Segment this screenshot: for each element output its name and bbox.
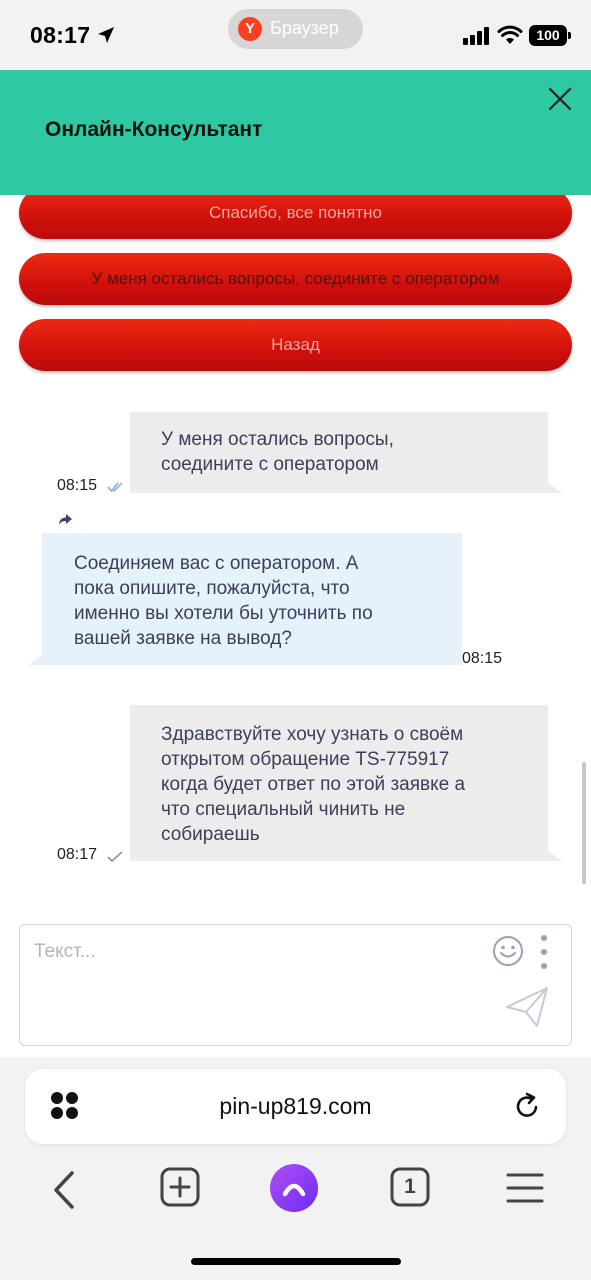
message-line: открытом обращение TS-775917 xyxy=(161,749,450,770)
message-line: Соединяем вас с оператором. А xyxy=(74,553,359,574)
outgoing-message: Здравствуйте хочу узнать о своём открыто… xyxy=(130,705,562,861)
back-to-app-pill[interactable]: Y Браузер xyxy=(228,9,363,49)
location-arrow-icon xyxy=(98,27,114,43)
message-line: соедините с оператором xyxy=(161,454,379,475)
status-time: 08:17 xyxy=(30,22,91,48)
message-time: 08:17 xyxy=(57,846,98,863)
reload-icon[interactable] xyxy=(511,1091,543,1123)
message-line: вашей заявке на вывод? xyxy=(74,628,292,649)
quick-reply-thanks-button[interactable]: Спасибо, все понятно xyxy=(19,195,572,239)
yandex-logo-icon: Y xyxy=(238,17,262,41)
tab-count: 1 xyxy=(404,1175,416,1198)
wifi-icon xyxy=(497,25,523,44)
message-line: пока опишите, пожалуйста, что xyxy=(74,578,350,599)
incoming-message: Соединяем вас с оператором. А пока опиши… xyxy=(28,533,462,665)
sent-check-icon xyxy=(107,851,123,863)
url-text[interactable]: pin-up819.com xyxy=(25,1093,566,1120)
browser-toolbar: pin-up819.com 1 xyxy=(0,1057,591,1280)
message-line: что специальный чинить не xyxy=(161,799,406,820)
url-bar[interactable]: pin-up819.com xyxy=(25,1069,566,1144)
battery-indicator: 100 xyxy=(529,25,571,46)
menu-icon[interactable] xyxy=(505,1171,545,1205)
quick-reply-operator-button[interactable]: У меня остались вопросы, соедините с опе… xyxy=(19,253,572,305)
emoji-icon[interactable] xyxy=(492,935,524,967)
tab-counter-icon[interactable]: 1 xyxy=(390,1167,430,1207)
message-line: собираешь xyxy=(161,824,260,845)
message-line: когда будет ответ по этой заявке а xyxy=(161,774,466,795)
new-tab-icon[interactable] xyxy=(160,1167,200,1207)
forward-icon xyxy=(59,514,72,525)
status-bar: 08:17 Y Браузер 100 xyxy=(0,0,591,70)
more-vertical-icon[interactable] xyxy=(539,935,549,969)
message-line: именно вы хотели бы уточнить по xyxy=(74,603,373,624)
back-icon[interactable] xyxy=(50,1165,78,1215)
message-input[interactable]: Текст... xyxy=(19,924,572,1046)
message-time: 08:15 xyxy=(57,477,98,494)
message-time: 08:15 xyxy=(462,650,503,667)
close-icon[interactable] xyxy=(545,84,575,114)
message-composer: Текст... xyxy=(0,919,591,1057)
home-indicator[interactable] xyxy=(191,1258,401,1265)
app-name: Браузер xyxy=(270,18,339,38)
send-icon[interactable] xyxy=(504,985,550,1029)
chat-header: Онлайн-Консультант xyxy=(0,70,591,195)
input-placeholder: Текст... xyxy=(34,941,96,962)
message-line: Здравствуйте хочу узнать о своём xyxy=(161,724,464,745)
read-receipt-icon xyxy=(107,482,123,493)
chat-scrollbar[interactable] xyxy=(582,762,586,884)
alice-icon[interactable] xyxy=(270,1164,318,1212)
chat-messages[interactable]: Спасибо, все понятно У меня остались воп… xyxy=(0,195,591,919)
signal-icon xyxy=(463,27,491,45)
message-line: У меня остались вопросы, xyxy=(161,429,394,450)
quick-reply-back-button[interactable]: Назад xyxy=(19,319,572,371)
outgoing-message: У меня остались вопросы, соедините с опе… xyxy=(130,412,562,493)
chat-title: Онлайн-Консультант xyxy=(45,118,263,141)
